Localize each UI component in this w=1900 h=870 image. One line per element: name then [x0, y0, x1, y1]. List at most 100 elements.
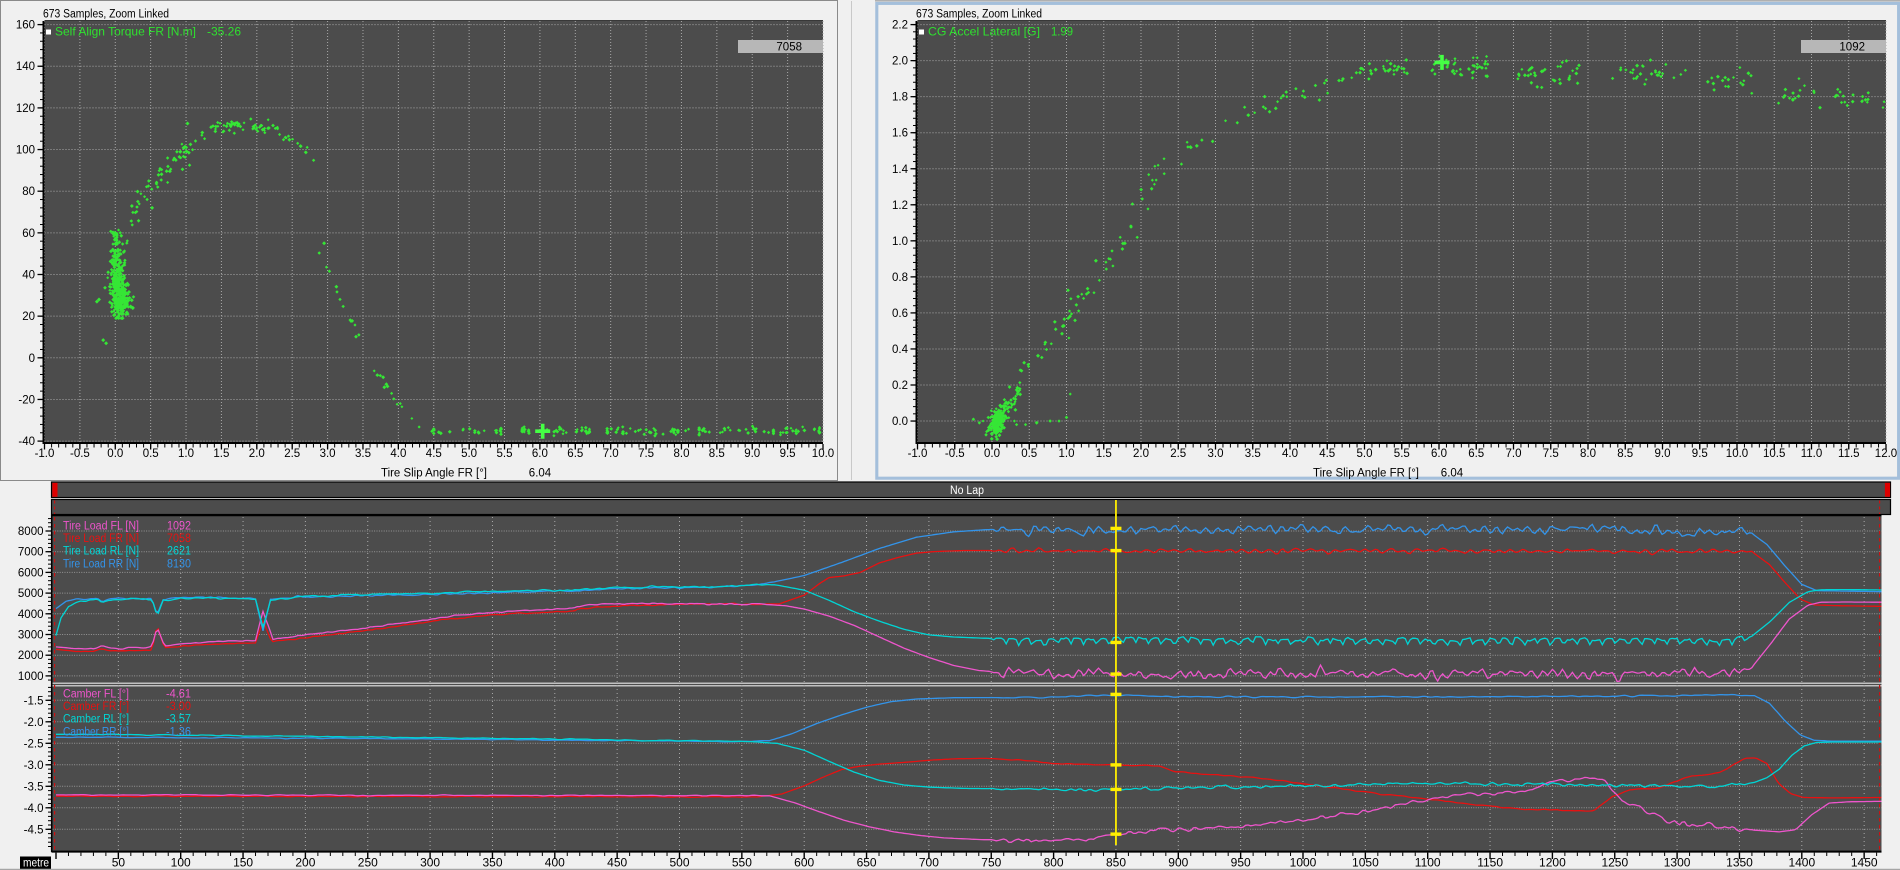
svg-text:4.0: 4.0 — [390, 448, 406, 460]
svg-text:120: 120 — [16, 103, 35, 115]
svg-text:-1.5: -1.5 — [24, 695, 44, 707]
svg-text:500: 500 — [669, 856, 689, 870]
svg-text:-3.0: -3.0 — [24, 760, 44, 772]
svg-text:1.0: 1.0 — [1059, 448, 1075, 460]
svg-text:600: 600 — [794, 856, 814, 870]
svg-text:Camber FL [°]: Camber FL [°] — [63, 689, 129, 701]
svg-text:900: 900 — [1168, 856, 1188, 870]
svg-text:1200: 1200 — [1539, 856, 1566, 870]
svg-text:1050: 1050 — [1352, 856, 1379, 870]
svg-text:Tire Slip Angle FR [°]: Tire Slip Angle FR [°] — [381, 468, 487, 480]
svg-text:5.0: 5.0 — [461, 448, 477, 460]
svg-text:Camber RL [°]: Camber RL [°] — [63, 714, 129, 726]
svg-text:3000: 3000 — [18, 630, 44, 642]
svg-text:1.0: 1.0 — [892, 236, 908, 248]
svg-text:No Lap: No Lap — [950, 485, 984, 497]
svg-text:0.5: 0.5 — [143, 448, 159, 460]
svg-text:-4.61: -4.61 — [166, 689, 191, 701]
svg-text:1.99: 1.99 — [1051, 25, 1073, 39]
svg-text:7.0: 7.0 — [603, 448, 619, 460]
svg-text:1000: 1000 — [1290, 856, 1317, 870]
svg-text:1.4: 1.4 — [892, 164, 909, 176]
svg-text:100: 100 — [16, 145, 35, 157]
svg-text:Camber FR [°]: Camber FR [°] — [63, 701, 129, 713]
svg-text:1.5: 1.5 — [213, 448, 229, 460]
svg-text:7058: 7058 — [776, 42, 802, 54]
svg-text:40: 40 — [22, 270, 35, 282]
svg-text:1250: 1250 — [1601, 856, 1628, 870]
svg-text:50: 50 — [112, 856, 126, 870]
svg-text:9.0: 9.0 — [1655, 448, 1671, 460]
svg-text:8.0: 8.0 — [1580, 448, 1596, 460]
svg-text:3.5: 3.5 — [355, 448, 371, 460]
svg-text:1.6: 1.6 — [892, 128, 908, 140]
svg-text:200: 200 — [295, 856, 315, 870]
svg-text:2000: 2000 — [18, 650, 44, 662]
svg-text:400: 400 — [545, 856, 565, 870]
svg-text:750: 750 — [981, 856, 1001, 870]
svg-text:2.2: 2.2 — [892, 20, 908, 32]
svg-text:-2.5: -2.5 — [24, 738, 44, 750]
svg-text:850: 850 — [1106, 856, 1126, 870]
svg-text:-1.0: -1.0 — [908, 448, 928, 460]
svg-text:11.5: 11.5 — [1838, 448, 1860, 460]
svg-text:1.5: 1.5 — [1096, 448, 1112, 460]
svg-text:-40: -40 — [18, 436, 35, 448]
svg-text:Tire Load RL [N]: Tire Load RL [N] — [63, 546, 139, 558]
svg-text:Tire Slip Angle FR [°]: Tire Slip Angle FR [°] — [1313, 468, 1419, 480]
svg-text:60: 60 — [22, 228, 35, 240]
svg-text:-4.0: -4.0 — [24, 803, 44, 815]
svg-text:-4.5: -4.5 — [24, 824, 44, 836]
svg-text:1.0: 1.0 — [178, 448, 194, 460]
svg-text:673 Samples, Zoom Linked: 673 Samples, Zoom Linked — [916, 9, 1042, 21]
svg-text:-3.57: -3.57 — [166, 714, 191, 726]
svg-text:10.0: 10.0 — [812, 448, 834, 460]
svg-text:-2.0: -2.0 — [24, 717, 44, 729]
svg-text:8130: 8130 — [167, 558, 191, 570]
svg-text:4000: 4000 — [18, 609, 44, 621]
svg-text:6.5: 6.5 — [1468, 448, 1484, 460]
svg-text:0: 0 — [29, 353, 35, 365]
svg-text:6.5: 6.5 — [567, 448, 583, 460]
svg-text:Self Align Torque FR [N.m]: Self Align Torque FR [N.m] — [55, 25, 196, 39]
svg-text:-1.0: -1.0 — [35, 448, 55, 460]
svg-text:0.8: 0.8 — [892, 272, 908, 284]
svg-text:140: 140 — [16, 61, 35, 73]
svg-text:4.0: 4.0 — [1282, 448, 1298, 460]
svg-text:2.0: 2.0 — [249, 448, 265, 460]
svg-text:650: 650 — [857, 856, 877, 870]
svg-text:12.0: 12.0 — [1875, 448, 1897, 460]
svg-text:100: 100 — [171, 856, 191, 870]
svg-text:3.0: 3.0 — [1208, 448, 1224, 460]
svg-text:2.0: 2.0 — [1133, 448, 1149, 460]
svg-text:CG Accel Lateral [G]: CG Accel Lateral [G] — [928, 25, 1040, 39]
svg-text:10.5: 10.5 — [1763, 448, 1785, 460]
svg-text:8.5: 8.5 — [1617, 448, 1633, 460]
svg-text:9.5: 9.5 — [780, 448, 796, 460]
svg-text:1092: 1092 — [1839, 42, 1865, 54]
svg-text:7058: 7058 — [167, 533, 191, 545]
svg-text:700: 700 — [919, 856, 939, 870]
svg-text:-0.5: -0.5 — [945, 448, 965, 460]
svg-text:6.04: 6.04 — [529, 468, 552, 480]
svg-text:metre: metre — [23, 858, 49, 870]
svg-text:1100: 1100 — [1415, 856, 1441, 870]
svg-text:450: 450 — [607, 856, 627, 870]
svg-text:1.8: 1.8 — [892, 92, 908, 104]
svg-text:-1.36: -1.36 — [166, 726, 191, 738]
svg-text:2621: 2621 — [167, 546, 191, 558]
svg-text:-35.26: -35.26 — [207, 25, 241, 39]
svg-text:550: 550 — [732, 856, 752, 870]
svg-text:-3.00: -3.00 — [166, 701, 191, 713]
svg-text:1000: 1000 — [18, 671, 44, 683]
svg-text:950: 950 — [1231, 856, 1251, 870]
svg-text:Tire Load FL [N]: Tire Load FL [N] — [63, 521, 139, 533]
svg-text:0.0: 0.0 — [984, 448, 1000, 460]
svg-text:Tire Load RR [N]: Tire Load RR [N] — [63, 558, 139, 570]
svg-text:1350: 1350 — [1726, 856, 1753, 870]
svg-text:3.5: 3.5 — [1245, 448, 1261, 460]
svg-text:11.0: 11.0 — [1801, 448, 1823, 460]
svg-text:10.0: 10.0 — [1726, 448, 1748, 460]
svg-text:-0.5: -0.5 — [70, 448, 90, 460]
svg-text:3.0: 3.0 — [320, 448, 336, 460]
